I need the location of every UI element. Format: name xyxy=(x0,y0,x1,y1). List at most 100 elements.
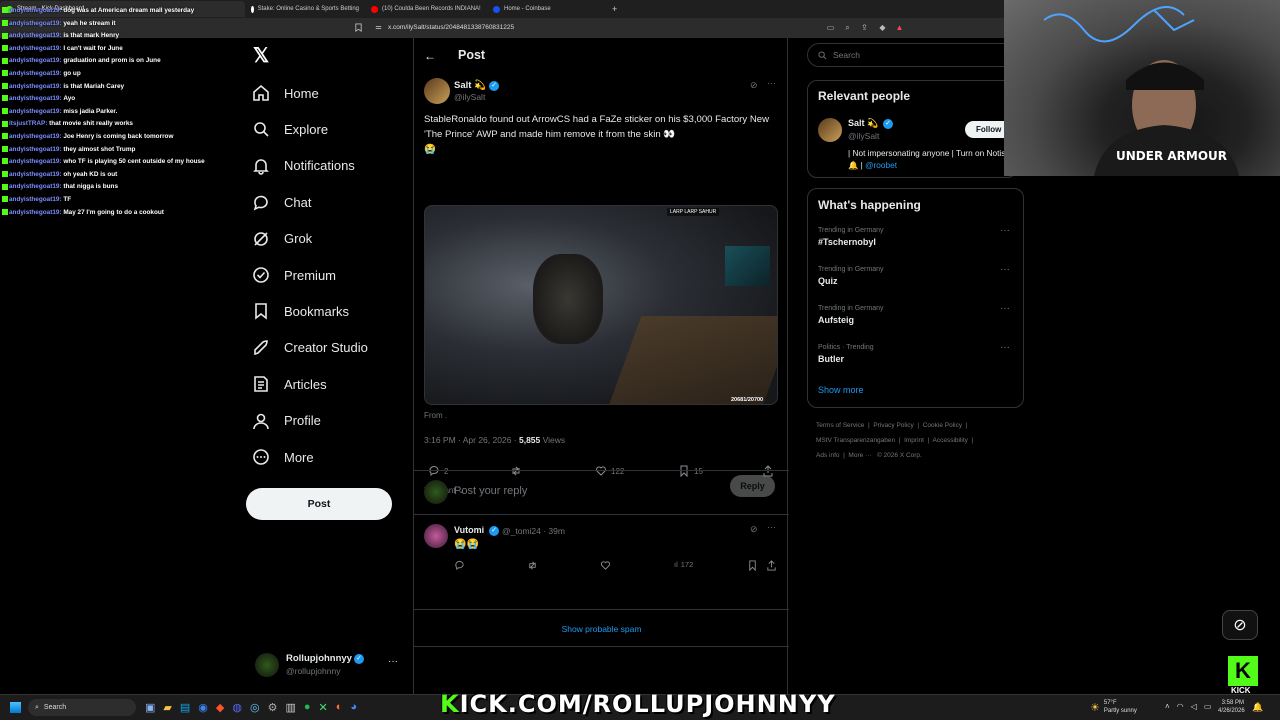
reply-input[interactable]: Post your reply xyxy=(454,485,527,497)
nav-item-creator-studio[interactable]: Creator Studio xyxy=(252,333,368,363)
trend-item[interactable]: Trending in Germany Quiz ··· xyxy=(818,264,1018,286)
url-field[interactable]: x.com/ilySalt/status/2048481338760831225 xyxy=(388,24,514,31)
tab-youtube[interactable]: (10) Coulda Been Records INDIANA! xyxy=(365,1,487,17)
discord-icon[interactable]: ◍ xyxy=(232,701,242,714)
chat-username[interactable]: andyisthegoat19: xyxy=(9,209,62,216)
taskbar-search[interactable]: ⌕ Search xyxy=(28,699,136,716)
share-icon[interactable]: ⇪ xyxy=(860,23,869,32)
tab-coinbase[interactable]: Home - Coinbase xyxy=(487,1,612,17)
trend-more-icon[interactable]: ··· xyxy=(1000,264,1010,275)
chat-username[interactable]: andyisthegoat19: xyxy=(9,32,62,39)
trend-item[interactable]: Trending in Germany Aufsteig ··· xyxy=(818,303,1018,325)
chat-username[interactable]: andyisthegoat19: xyxy=(9,7,62,14)
settings-gear-icon[interactable]: ⚙ xyxy=(268,701,278,714)
firefox-icon[interactable]: ◐ xyxy=(336,701,343,714)
account-switcher[interactable]: Rollupjohnnyy ✓ @rollupjohnny ··· xyxy=(255,650,405,680)
footer-link[interactable]: MStV Transparenzangaben xyxy=(816,437,895,444)
bookmark-page-icon[interactable] xyxy=(354,23,363,32)
brave-shield-icon[interactable]: ◆ xyxy=(878,23,887,32)
volume-icon[interactable]: ◁ xyxy=(1191,702,1197,711)
xbox-icon[interactable]: ✕ xyxy=(319,701,328,714)
chat-username[interactable]: andyisthegoat19: xyxy=(9,20,62,27)
chat-username[interactable]: andyisthegoat19: xyxy=(9,57,62,64)
zoom-icon[interactable]: ⌕ xyxy=(843,23,852,32)
chat-username[interactable]: andyisthegoat19: xyxy=(9,95,62,102)
show-more-link[interactable]: Show more xyxy=(818,385,864,395)
account-more-icon[interactable]: ··· xyxy=(388,656,398,667)
site-info-icon[interactable] xyxy=(374,23,383,32)
tray-chevron-icon[interactable]: ˄ xyxy=(1165,702,1170,711)
cast-icon[interactable]: ▭ xyxy=(826,23,835,32)
footer-link[interactable]: Terms of Service xyxy=(816,422,864,429)
footer-link[interactable]: Ads info xyxy=(816,452,840,459)
person-handle[interactable]: @ilySalt xyxy=(848,131,879,141)
footer-link[interactable]: Accessibility xyxy=(933,437,968,444)
trend-more-icon[interactable]: ··· xyxy=(1000,225,1010,236)
trend-more-icon[interactable]: ··· xyxy=(1000,342,1010,353)
x-logo-icon[interactable]: 𝕏 xyxy=(253,46,273,66)
chat-username[interactable]: andyisthegoat19: xyxy=(9,45,62,52)
nav-item-notifications[interactable]: Notifications xyxy=(252,151,355,181)
reply-more-icon[interactable]: ··· xyxy=(767,522,776,532)
tweet-media-video[interactable]: LARP LARP SAHUR 20681/20700 xyxy=(424,205,778,405)
rewards-icon[interactable]: ▲ xyxy=(895,23,904,32)
nav-item-premium[interactable]: Premium xyxy=(252,260,336,290)
tweet-author-handle[interactable]: @ilySalt xyxy=(454,92,485,102)
tab-stake[interactable]: Stake: Online Casino & Sports Betting xyxy=(245,1,365,17)
reply-button[interactable]: Reply xyxy=(730,475,775,497)
search-input[interactable]: Search xyxy=(807,43,1017,67)
nav-item-profile[interactable]: Profile xyxy=(252,406,321,436)
grok-icon[interactable]: ⊘ xyxy=(750,80,758,91)
task-view-icon[interactable]: ▣ xyxy=(145,701,155,714)
trend-item[interactable]: Politics · Trending Butler ··· xyxy=(818,342,1018,364)
footer-link[interactable]: Privacy Policy xyxy=(873,422,913,429)
reply-author-name[interactable]: Vutomi xyxy=(454,525,484,535)
reply-icon[interactable] xyxy=(454,560,465,571)
nav-item-bookmarks[interactable]: Bookmarks xyxy=(252,296,349,326)
notification-bell-icon[interactable]: 🔔 xyxy=(1252,702,1263,713)
chat-username[interactable]: andyisthegoat19: xyxy=(9,83,62,90)
tweet-author-avatar[interactable] xyxy=(424,78,450,104)
post-button[interactable]: Post xyxy=(246,488,392,520)
grok-icon[interactable]: ⊘ xyxy=(750,524,758,535)
tweet-source[interactable]: From . xyxy=(424,411,447,420)
repost-icon[interactable] xyxy=(527,560,538,571)
share-icon[interactable] xyxy=(766,560,777,571)
footer-link[interactable]: Imprint xyxy=(904,437,924,444)
trend-more-icon[interactable]: ··· xyxy=(1000,303,1010,314)
chat-username[interactable]: andyisthegoat19: xyxy=(9,146,62,153)
chat-username[interactable]: andyisthegoat19: xyxy=(9,158,62,165)
tweet-more-icon[interactable]: ··· xyxy=(767,78,776,88)
windows-start-icon[interactable] xyxy=(10,702,21,713)
steam-icon[interactable]: ◎ xyxy=(250,701,260,714)
chat-username[interactable]: andyisthegoat19: xyxy=(9,108,62,115)
chat-username[interactable]: andyisthegoat19: xyxy=(9,183,62,190)
chat-username[interactable]: andyisthegoat19: xyxy=(9,70,62,77)
nav-item-home[interactable]: Home xyxy=(252,78,319,108)
edge-icon[interactable]: ◉ xyxy=(198,701,208,714)
nav-item-more[interactable]: More xyxy=(252,442,314,472)
bookmark-icon[interactable] xyxy=(747,560,758,571)
person-avatar[interactable] xyxy=(818,118,842,142)
clock[interactable]: 3:58 PM 4/26/2026 xyxy=(1218,699,1245,715)
chat-username[interactable]: andyisthegoat19: xyxy=(9,171,62,178)
app-icon[interactable]: ▥ xyxy=(285,701,295,714)
file-explorer-icon[interactable]: ▰ xyxy=(163,701,171,714)
spotify-icon[interactable]: ● xyxy=(304,701,311,714)
brave-icon[interactable]: ◆ xyxy=(216,701,224,714)
chat-username[interactable]: itsjustTRAP: xyxy=(9,120,47,127)
reply-tweet[interactable]: Vutomi ✓ @_tomi24 · 39m ⊘ ··· 😭😭 ıl 172 xyxy=(414,518,789,610)
footer-link[interactable]: More ··· xyxy=(848,452,871,459)
bio-link[interactable]: @roobet xyxy=(865,160,897,170)
footer-link[interactable]: Cookie Policy xyxy=(923,422,962,429)
chat-username[interactable]: andyisthegoat19: xyxy=(9,133,62,140)
tweet-author-name[interactable]: Salt 💫 xyxy=(454,80,486,91)
chat-username[interactable]: andyisthegoat19: xyxy=(9,196,62,203)
battery-icon[interactable]: ▭ xyxy=(1204,702,1212,711)
reply-views[interactable]: ıl 172 xyxy=(674,560,693,569)
nav-item-explore[interactable]: Explore xyxy=(252,114,328,144)
chrome-icon[interactable]: ◕ xyxy=(350,701,357,714)
person-name[interactable]: Salt 💫 xyxy=(848,118,878,129)
nav-item-chat[interactable]: Chat xyxy=(252,187,311,217)
wifi-icon[interactable]: ◠ xyxy=(1177,702,1184,711)
